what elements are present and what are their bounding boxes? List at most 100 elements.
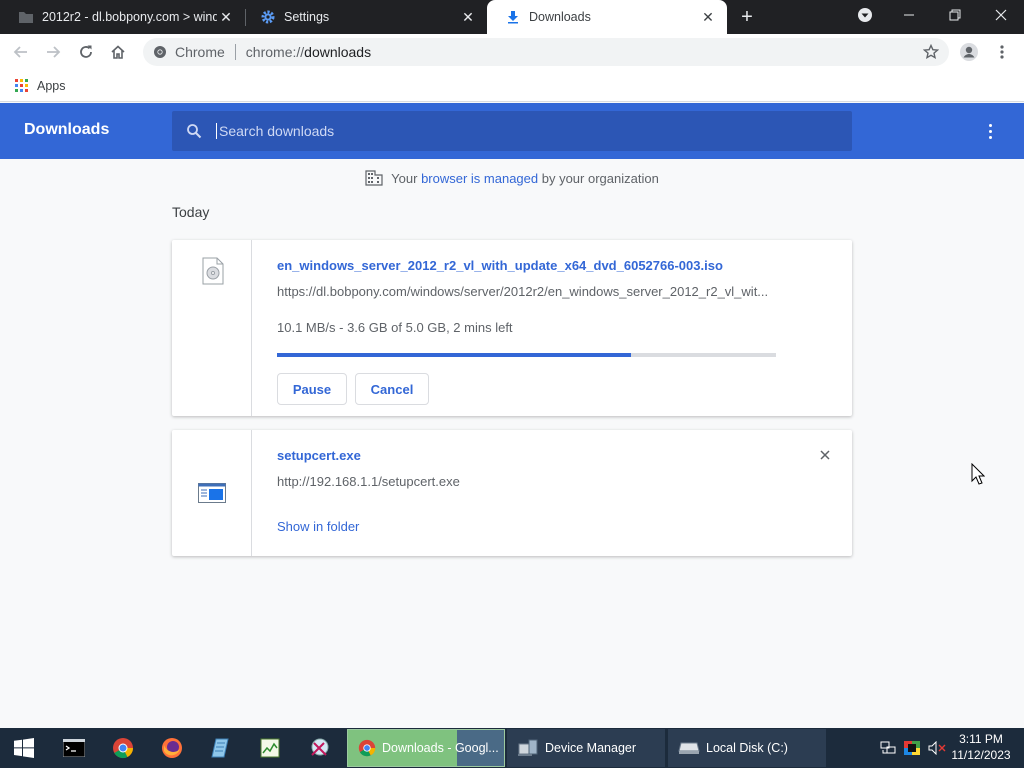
managed-link[interactable]: browser is managed	[421, 171, 538, 186]
taskbar-item-label: Local Disk (C:)	[706, 741, 788, 755]
browser-menu-button[interactable]	[990, 40, 1014, 64]
download-status: 10.1 MB/s - 3.6 GB of 5.0 GB, 2 mins lef…	[277, 320, 513, 335]
apps-grid-icon	[15, 79, 28, 92]
tab-title: Settings	[284, 10, 330, 24]
reload-button[interactable]	[74, 40, 98, 64]
drive-icon	[678, 741, 700, 755]
apps-label: Apps	[37, 78, 66, 93]
chrome-icon	[358, 739, 376, 757]
task-manager-pin[interactable]	[246, 728, 294, 768]
downloads-menu-button[interactable]	[980, 121, 1000, 141]
tab-title: 2012r2 - dl.bobpony.com > wind	[42, 10, 217, 24]
pause-button[interactable]: Pause	[277, 373, 347, 405]
volume-muted-icon[interactable]	[928, 741, 946, 755]
url-scheme: chrome://	[245, 44, 305, 60]
url-path: downloads	[304, 44, 372, 60]
chrome-icon	[113, 738, 134, 759]
new-tab-button[interactable]: +	[735, 5, 759, 29]
taskbar-item-device-manager[interactable]: Device Manager	[507, 729, 665, 767]
tab-bobpony[interactable]: 2012r2 - dl.bobpony.com > wind ✕	[0, 0, 245, 34]
minimize-button[interactable]	[886, 0, 932, 30]
snipping-tool-pin[interactable]	[296, 728, 344, 768]
page-title: Downloads	[24, 121, 110, 138]
forward-button[interactable]	[41, 40, 65, 64]
bookmark-star-icon[interactable]	[923, 44, 939, 60]
system-tray	[880, 728, 946, 768]
start-button[interactable]	[0, 728, 48, 768]
firefox-icon	[162, 738, 182, 758]
tab-search-button[interactable]	[842, 0, 888, 30]
chrome-icon	[153, 45, 167, 59]
close-window-button[interactable]	[978, 0, 1024, 30]
date-group-heading: Today	[172, 204, 210, 220]
close-icon	[820, 450, 830, 460]
address-bar[interactable]: Chrome chrome://downloads	[143, 38, 949, 66]
taskbar-item-label: Downloads - Googl...	[382, 741, 499, 755]
site-chip[interactable]: Chrome	[153, 44, 225, 60]
disc-image-file-icon	[202, 257, 224, 288]
avatar-icon	[960, 43, 978, 61]
command-prompt-pin[interactable]	[50, 728, 98, 768]
search-icon	[186, 123, 202, 139]
omnibox-divider	[234, 44, 236, 60]
device-manager-icon	[517, 738, 539, 758]
search-box[interactable]	[172, 111, 852, 151]
chrome-pin[interactable]	[99, 728, 147, 768]
tab-downloads[interactable]: Downloads ✕	[487, 0, 727, 34]
kebab-menu-icon	[1000, 45, 1004, 59]
tab-title: Downloads	[529, 10, 591, 24]
home-icon	[111, 45, 125, 59]
cancel-button[interactable]: Cancel	[355, 373, 429, 405]
managed-text-suffix: by your organization	[538, 170, 659, 186]
taskbar-item-label: Device Manager	[545, 741, 637, 755]
profile-button[interactable]	[957, 40, 981, 64]
remove-from-list-button[interactable]	[816, 446, 834, 464]
file-url-link[interactable]: https://dl.bobpony.com/windows/server/20…	[277, 284, 768, 299]
download-progress-bar	[277, 353, 776, 357]
notepad-pin[interactable]	[197, 728, 245, 768]
close-icon[interactable]: ✕	[217, 8, 235, 26]
terminal-icon	[63, 739, 85, 757]
tab-settings[interactable]: Settings ✕	[242, 0, 487, 34]
windows-taskbar: Downloads - Googl... Device Manager Loca…	[0, 728, 1024, 768]
bookmark-apps[interactable]: Apps	[15, 79, 66, 93]
back-arrow-icon	[13, 46, 27, 58]
file-name-link[interactable]: setupcert.exe	[277, 448, 361, 463]
download-item: en_windows_server_2012_r2_vl_with_update…	[172, 240, 852, 416]
scissors-icon	[311, 738, 329, 756]
clock-time: 3:11 PM	[959, 732, 1003, 746]
tab-strip: 2012r2 - dl.bobpony.com > wind ✕ Setting…	[0, 0, 1024, 34]
file-name-link[interactable]: en_windows_server_2012_r2_vl_with_update…	[277, 258, 723, 273]
firefox-pin[interactable]	[148, 728, 196, 768]
color-app-icon[interactable]	[904, 741, 920, 755]
building-icon	[365, 170, 383, 186]
close-icon[interactable]: ✕	[459, 8, 477, 26]
taskbar-item-downloads-chrome[interactable]: Downloads - Googl...	[347, 729, 505, 767]
download-icon	[505, 9, 521, 25]
restore-button[interactable]	[932, 0, 978, 30]
managed-notice: Your browser is managed by your organiza…	[0, 170, 1024, 186]
url-text[interactable]: chrome://downloads	[246, 44, 923, 60]
managed-text-prefix: Your	[391, 170, 422, 186]
home-button[interactable]	[106, 40, 130, 64]
search-input[interactable]	[216, 123, 816, 139]
network-icon[interactable]	[880, 741, 896, 755]
taskbar-clock[interactable]: 3:11 PM 11/12/2023	[948, 731, 1014, 763]
windows-logo-icon	[14, 738, 34, 758]
bookmarks-bar: Apps	[0, 70, 1024, 102]
reload-icon	[80, 45, 92, 58]
file-url-link[interactable]: http://192.168.1.1/setupcert.exe	[277, 474, 460, 489]
browser-toolbar: Chrome chrome://downloads	[0, 34, 1024, 70]
file-icon-column	[172, 430, 252, 556]
close-icon[interactable]: ✕	[699, 8, 717, 26]
back-button[interactable]	[9, 40, 33, 64]
mouse-cursor	[971, 462, 986, 488]
downloads-toolbar: Downloads	[0, 103, 1024, 159]
show-in-folder-link[interactable]: Show in folder	[277, 519, 359, 534]
chevron-down-icon	[858, 8, 872, 22]
clock-date: 11/12/2023	[951, 748, 1011, 762]
download-progress-fill	[277, 353, 632, 357]
download-item: setupcert.exe http://192.168.1.1/setupce…	[172, 430, 852, 556]
file-icon-column	[172, 240, 252, 416]
taskbar-item-local-disk[interactable]: Local Disk (C:)	[668, 729, 826, 767]
